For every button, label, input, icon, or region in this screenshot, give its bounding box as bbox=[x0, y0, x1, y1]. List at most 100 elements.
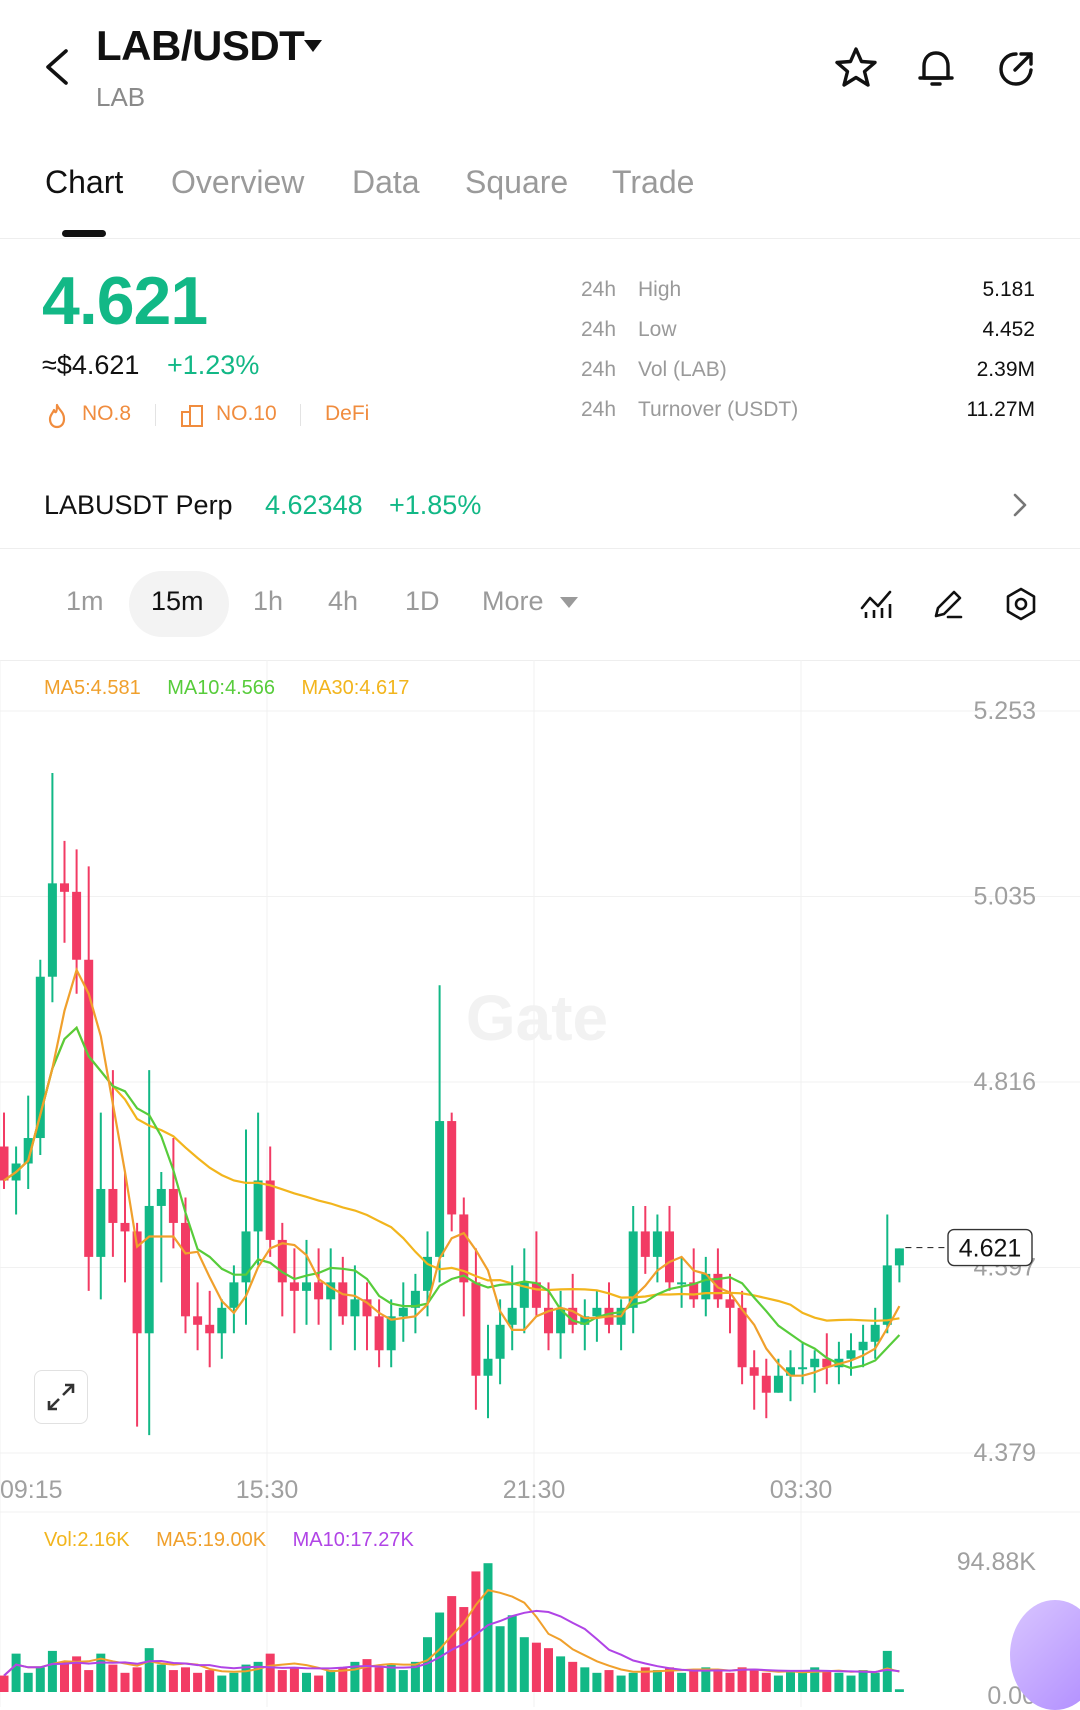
expand-icon bbox=[47, 1383, 75, 1411]
perp-price: 4.62348 bbox=[265, 490, 363, 520]
volume-bar bbox=[834, 1672, 844, 1692]
volume-bar bbox=[168, 1670, 178, 1692]
divider bbox=[0, 238, 1080, 239]
stat-vol-value: 2.39M bbox=[976, 358, 1035, 381]
volume-bar bbox=[628, 1672, 638, 1692]
candle-body bbox=[193, 1316, 203, 1325]
volume-bar bbox=[229, 1672, 239, 1692]
y-axis-label: 5.253 bbox=[973, 697, 1036, 725]
draw-pencil-icon[interactable] bbox=[930, 586, 966, 622]
volume-bar bbox=[11, 1653, 21, 1692]
vol-ma5-label: MA5:19.00K bbox=[156, 1529, 267, 1551]
rank-tag[interactable]: NO.8 bbox=[82, 402, 131, 426]
candle-body bbox=[882, 1265, 892, 1325]
candle-body bbox=[289, 1282, 299, 1291]
tab-chart[interactable]: Chart bbox=[45, 164, 123, 201]
candle-body bbox=[592, 1307, 602, 1317]
watermark-logo: Gate bbox=[466, 982, 608, 1054]
candle-body bbox=[156, 1188, 166, 1206]
volume-axis-label: 94.88K bbox=[957, 1548, 1037, 1576]
interval-more[interactable]: More bbox=[482, 586, 544, 617]
volume-bar bbox=[241, 1664, 251, 1692]
candle-body bbox=[677, 1282, 687, 1285]
active-tab-indicator bbox=[62, 230, 106, 237]
candle-body bbox=[265, 1180, 275, 1240]
interval-1m[interactable]: 1m bbox=[66, 586, 104, 617]
candle-body bbox=[205, 1324, 215, 1334]
volume-bar bbox=[302, 1672, 311, 1692]
volume-bar bbox=[737, 1667, 747, 1692]
volume-bar bbox=[386, 1664, 396, 1692]
volume-bar bbox=[120, 1672, 130, 1692]
interval-1d[interactable]: 1D bbox=[405, 586, 440, 617]
category-rank-tag[interactable]: NO.10 bbox=[216, 402, 277, 426]
volume-bar bbox=[786, 1670, 795, 1692]
candle-body bbox=[471, 1282, 481, 1376]
sector-tag[interactable]: DeFi bbox=[325, 402, 369, 426]
stat-label: Vol (LAB) bbox=[638, 358, 727, 381]
volume-bar bbox=[870, 1672, 880, 1692]
indicator-icon[interactable] bbox=[858, 586, 894, 622]
volume-bar bbox=[544, 1648, 553, 1692]
x-axis-label: 15:30 bbox=[236, 1476, 299, 1504]
candle-body bbox=[652, 1231, 662, 1257]
pair-dropdown-caret-icon[interactable] bbox=[304, 40, 322, 52]
stat-high-value: 5.181 bbox=[982, 278, 1035, 301]
chevron-right-icon[interactable] bbox=[1010, 490, 1030, 520]
ma30-label: MA30:4.617 bbox=[301, 677, 410, 699]
volume-bar bbox=[604, 1670, 614, 1692]
volume-bar bbox=[362, 1659, 372, 1692]
candle-body bbox=[302, 1282, 311, 1291]
ma-legend: MA5:4.581 MA10:4.566 MA30:4.617 bbox=[44, 677, 431, 700]
divider bbox=[0, 548, 1080, 549]
usd-price: ≈$4.621 bbox=[42, 350, 140, 380]
candle-body bbox=[846, 1350, 856, 1359]
x-axis-label: 09:15 bbox=[0, 1476, 63, 1504]
candle-body bbox=[338, 1282, 348, 1317]
tab-square[interactable]: Square bbox=[465, 164, 568, 201]
candle-body bbox=[761, 1375, 771, 1393]
interval-15m[interactable]: 15m bbox=[151, 586, 204, 617]
volume-bar bbox=[144, 1648, 154, 1692]
perp-name[interactable]: LABUSDT Perp bbox=[44, 490, 233, 521]
candle-body bbox=[737, 1307, 747, 1368]
interval-1h[interactable]: 1h bbox=[253, 586, 283, 617]
volume-legend: Vol:2.16K MA5:19.00K MA10:17.27K bbox=[44, 1529, 436, 1552]
candle-body bbox=[181, 1222, 190, 1317]
volume-bar bbox=[616, 1675, 626, 1692]
candle-body bbox=[60, 883, 69, 892]
more-caret-icon[interactable] bbox=[560, 597, 578, 608]
back-icon[interactable] bbox=[40, 45, 74, 89]
stat-turnover-value: 11.27M bbox=[966, 398, 1036, 421]
volume-bar bbox=[519, 1637, 529, 1692]
volume-bar bbox=[314, 1675, 324, 1692]
volume-bar bbox=[398, 1670, 408, 1692]
price-change: +1.23% bbox=[167, 350, 260, 380]
tab-data[interactable]: Data bbox=[352, 164, 420, 201]
stat-label: High bbox=[638, 278, 682, 301]
candle-body bbox=[798, 1367, 808, 1370]
ma10-label: MA10:4.566 bbox=[167, 677, 276, 699]
candle-body bbox=[72, 891, 82, 960]
star-icon[interactable] bbox=[832, 44, 880, 92]
tab-overview[interactable]: Overview bbox=[171, 164, 304, 201]
candle-body bbox=[253, 1180, 263, 1232]
candle-body bbox=[870, 1324, 880, 1342]
candle-body bbox=[773, 1375, 783, 1393]
tab-trade[interactable]: Trade bbox=[612, 164, 694, 201]
volume-bar bbox=[882, 1650, 892, 1692]
volume-bar bbox=[531, 1642, 541, 1692]
candle-body bbox=[350, 1299, 360, 1317]
candle-body bbox=[144, 1205, 154, 1334]
bell-icon[interactable] bbox=[912, 44, 960, 92]
interval-4h[interactable]: 4h bbox=[328, 586, 358, 617]
volume-bar bbox=[761, 1672, 771, 1692]
expand-chart-button[interactable] bbox=[34, 1370, 88, 1424]
volume-bar bbox=[773, 1675, 783, 1692]
last-price-label: 4.621 bbox=[959, 1235, 1022, 1263]
candle-body bbox=[507, 1307, 517, 1325]
settings-icon[interactable] bbox=[1003, 586, 1039, 622]
volume-bar bbox=[725, 1672, 735, 1692]
share-icon[interactable] bbox=[993, 44, 1041, 92]
pair-title[interactable]: LAB/USDT bbox=[96, 22, 305, 70]
